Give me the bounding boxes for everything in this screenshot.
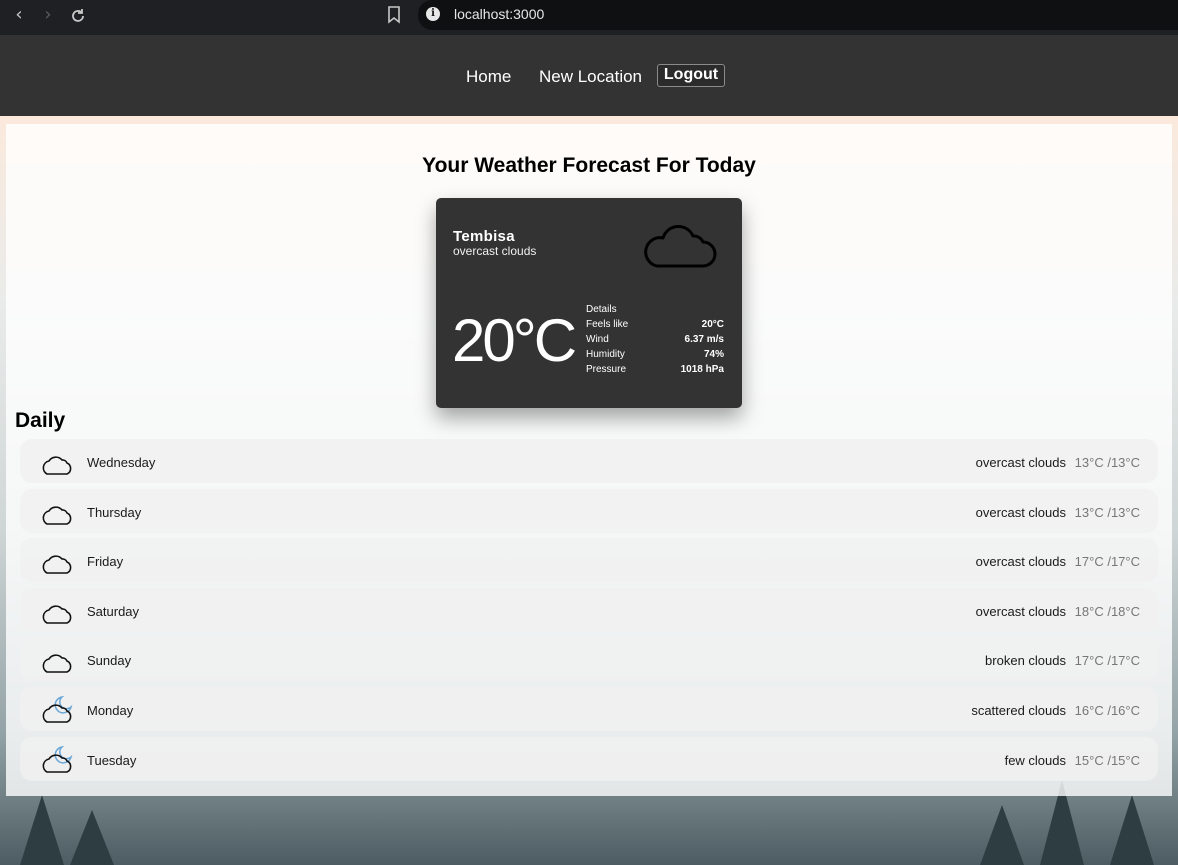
day-name: Monday — [87, 702, 134, 718]
page-title: Your Weather Forecast For Today — [422, 154, 756, 177]
reload-icon[interactable] — [65, 3, 91, 29]
daily-row[interactable]: Wednesday overcast clouds 13°C /13°C — [20, 439, 1158, 483]
detail-pressure: Pressure 1018 hPa — [586, 364, 724, 375]
cloud-icon — [40, 644, 74, 676]
cloud-icon — [40, 595, 74, 627]
cloud-moon-icon — [40, 744, 74, 776]
bookmark-icon[interactable] — [384, 4, 404, 26]
day-description: overcast clouds — [975, 554, 1066, 570]
day-temperature: 15°C /15°C — [1074, 752, 1140, 768]
day-temperature: 18°C /18°C — [1074, 603, 1140, 619]
day-name: Wednesday — [87, 455, 156, 470]
day-description: scattered clouds — [971, 702, 1066, 718]
daily-row[interactable]: Tuesday few clouds 15°C /15°C — [20, 736, 1158, 781]
info-icon[interactable]: i — [426, 7, 440, 21]
city-name: Tembisa — [453, 228, 515, 245]
daily-heading: Daily — [15, 409, 66, 432]
daily-row[interactable]: Saturday overcast clouds 18°C /18°C — [20, 587, 1158, 632]
day-name: Sunday — [87, 653, 132, 669]
day-description: overcast clouds — [975, 455, 1066, 470]
detail-feels-like: Feels like 20°C — [586, 319, 724, 330]
day-description: broken clouds — [985, 653, 1066, 669]
day-temperature: 16°C /16°C — [1074, 702, 1140, 718]
current-weather-card: Tembisa overcast clouds 20°C Details Fee… — [436, 198, 742, 408]
day-temperature: 13°C /13°C — [1074, 504, 1140, 520]
day-name: Thursday — [87, 504, 142, 520]
day-description: few clouds — [1004, 752, 1066, 768]
daily-row[interactable]: Friday overcast clouds 17°C /17°C — [20, 538, 1158, 583]
forward-icon[interactable]: › — [35, 3, 61, 29]
day-name: Saturday — [87, 603, 140, 619]
daily-row[interactable]: Thursday overcast clouds 13°C /13°C — [20, 488, 1158, 533]
nav-new-location-link[interactable]: New Location — [539, 67, 642, 87]
daily-row[interactable]: Monday scattered clouds 16°C /16°C — [20, 686, 1158, 731]
daily-forecast-list: Wednesday overcast clouds 13°C /13°C Thu… — [20, 439, 1158, 786]
address-bar[interactable]: i localhost:3000 — [418, 0, 1178, 30]
nav-home-link[interactable]: Home — [466, 67, 511, 87]
browser-toolbar: ‹ › i localhost:3000 — [0, 0, 1178, 35]
day-temperature: 17°C /17°C — [1074, 653, 1140, 669]
cloud-icon — [40, 545, 74, 577]
details-list: Details Feels like 20°C Wind 6.37 m/s Hu… — [586, 302, 724, 377]
day-name: Tuesday — [87, 752, 137, 768]
back-icon[interactable]: ‹ — [6, 3, 32, 29]
day-description: overcast clouds — [975, 504, 1066, 520]
day-name: Friday — [87, 554, 124, 570]
cloud-moon-icon — [40, 694, 74, 726]
day-description: overcast clouds — [975, 603, 1066, 619]
detail-wind: Wind 6.37 m/s — [586, 334, 724, 345]
cloud-icon — [40, 446, 74, 478]
cloud-icon — [641, 216, 719, 272]
cloud-icon — [40, 496, 74, 528]
details-heading: Details — [586, 304, 617, 315]
logout-button[interactable]: Logout — [657, 64, 725, 87]
weather-description: overcast clouds — [453, 244, 537, 258]
app-header: Home New Location Logout — [0, 35, 1178, 116]
day-temperature: 17°C /17°C — [1074, 554, 1140, 570]
url-text: localhost:3000 — [454, 6, 545, 22]
daily-row[interactable]: Sunday broken clouds 17°C /17°C — [20, 637, 1158, 682]
day-temperature: 13°C /13°C — [1074, 455, 1140, 470]
forecast-panel: Your Weather Forecast For Today Tembisa … — [6, 124, 1172, 796]
detail-humidity: Humidity 74% — [586, 349, 724, 360]
current-temperature: 20°C — [452, 307, 577, 374]
